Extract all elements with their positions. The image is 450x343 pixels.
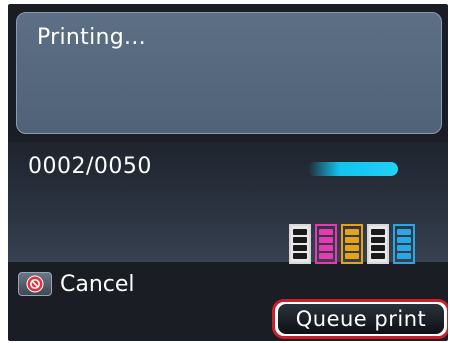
ink-level-indicators xyxy=(289,224,415,264)
black-ink-tank xyxy=(289,224,311,264)
cancel-control[interactable]: Cancel xyxy=(18,270,135,298)
magenta-ink-tank xyxy=(315,224,337,264)
stop-button[interactable] xyxy=(18,272,52,296)
progress-bar xyxy=(308,162,408,176)
cancel-label[interactable]: Cancel xyxy=(60,272,135,297)
stop-icon xyxy=(26,275,44,293)
yellow-ink-tank xyxy=(341,224,363,264)
queue-print-button[interactable]: Queue print xyxy=(278,304,444,334)
status-message: Printing... xyxy=(37,25,146,50)
photo-black-ink-tank xyxy=(367,224,389,264)
cyan-ink-tank xyxy=(393,224,415,264)
progress-bar-fill xyxy=(308,162,398,176)
queue-print-button-highlight[interactable]: Queue print xyxy=(272,299,448,339)
status-panel: Printing... xyxy=(16,12,442,134)
printer-lcd-screen: Printing... 0002/0050 Cancel Queue print xyxy=(8,4,448,341)
page-counter: 0002/0050 xyxy=(28,154,152,179)
